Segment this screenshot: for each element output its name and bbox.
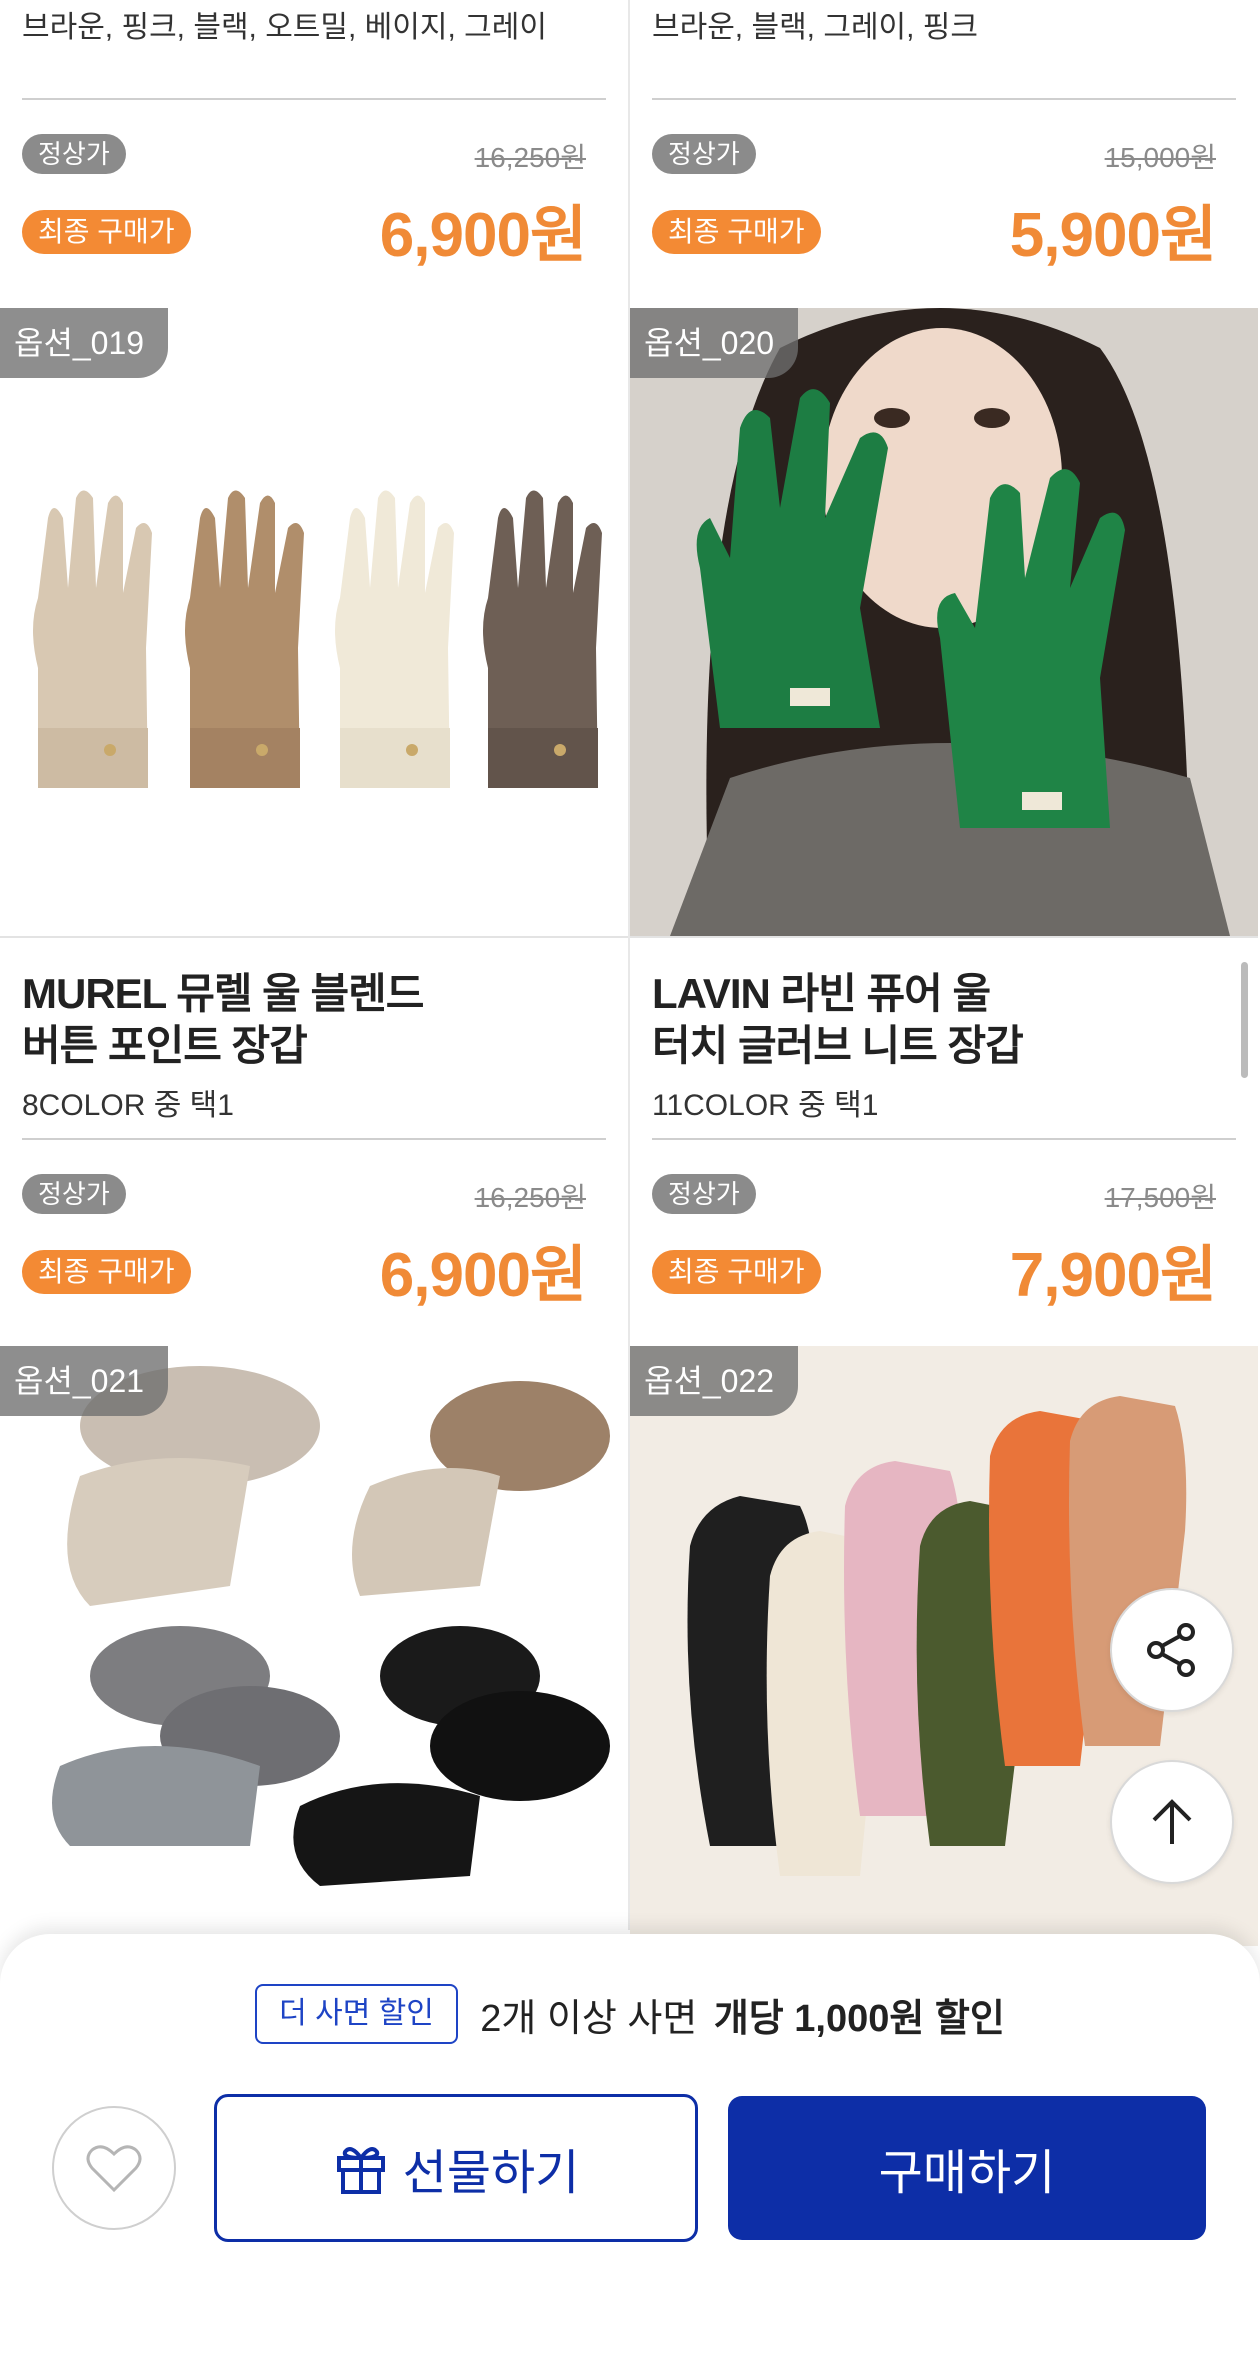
product-card-option-020[interactable]: 옵션_020 LAVIN 라빈 퓨어 울 터치 글러브 니트 장갑 11COLO… <box>630 308 1258 1342</box>
color-options-text: 브라운, 핑크, 블랙, 오트밀, 베이지, 그레이 <box>22 11 547 44</box>
divider <box>22 1138 606 1140</box>
product-image[interactable]: 옵션_021 <box>0 1346 628 1946</box>
divider <box>22 98 606 100</box>
product-list-page: 브라운, 핑크, 블랙, 오트밀, 베이지, 그레이 정상가 16,250원 최… <box>0 0 1260 2374</box>
final-price: 7,900원 <box>1009 1241 1217 1310</box>
product-color-count: 8COLOR 중 택1 <box>22 1089 234 1122</box>
regular-price: 17,500원 <box>1104 1182 1216 1213</box>
model-green-gloves-image <box>630 308 1258 936</box>
bulk-discount-promo: 더 사면 할인 2개 이상 사면 개당 1,000원 할인 <box>0 1984 1260 2044</box>
heart-icon <box>86 2145 142 2193</box>
price-box: 정상가 16,250원 최종 구매가 6,900원 <box>0 1174 628 1310</box>
promo-text: 2개 이상 사면 <box>480 1997 698 2040</box>
gift-button-label: 선물하기 <box>402 2147 580 2200</box>
product-card-top-right[interactable]: 브라운, 블랙, 그레이, 핑크 정상가 15,000원 최종 구매가 5,90… <box>630 0 1258 302</box>
fur-gloves-image <box>52 1366 610 1886</box>
price-box: 정상가 16,250원 최종 구매가 6,900원 <box>0 134 628 270</box>
color-options-text: 브라운, 블랙, 그레이, 핑크 <box>652 11 979 44</box>
final-price-label: 최종 구매가 <box>652 1250 821 1294</box>
product-card-option-021[interactable]: 옵션_021 <box>0 1346 628 1946</box>
price-box: 정상가 15,000원 최종 구매가 5,900원 <box>630 134 1258 270</box>
wishlist-button[interactable] <box>52 2106 176 2230</box>
option-label: 옵션_022 <box>630 1346 799 1416</box>
option-label: 옵션_019 <box>0 308 169 378</box>
gift-button[interactable]: 선물하기 <box>214 2094 698 2242</box>
final-price-label: 최종 구매가 <box>22 210 191 254</box>
product-title-line1: LAVIN 라빈 퓨어 울 <box>652 970 991 1017</box>
regular-price-label: 정상가 <box>652 134 756 174</box>
product-card-top-left[interactable]: 브라운, 핑크, 블랙, 오트밀, 베이지, 그레이 정상가 16,250원 최… <box>0 0 628 302</box>
product-card-option-019[interactable]: 옵션_019 MUREL 뮤렐 울 블렌드 버튼 포인트 장갑 8COLOR 중… <box>0 308 628 1342</box>
divider <box>652 1138 1236 1140</box>
knit-gloves-image <box>33 490 602 788</box>
final-price-label: 최종 구매가 <box>22 1250 191 1294</box>
regular-price: 15,000원 <box>1104 142 1216 173</box>
regular-price-label: 정상가 <box>22 134 126 174</box>
option-label: 옵션_021 <box>0 1346 169 1416</box>
regular-price: 16,250원 <box>474 1182 586 1213</box>
share-button[interactable] <box>1110 1588 1234 1712</box>
divider <box>630 936 1258 938</box>
arrow-up-icon <box>1152 1799 1192 1844</box>
product-title-line1: MUREL 뮤렐 울 블렌드 <box>22 970 424 1017</box>
final-price: 6,900원 <box>379 1241 587 1310</box>
gift-icon <box>336 2147 385 2194</box>
product-image[interactable]: 옵션_019 <box>0 308 628 936</box>
scroll-to-top-button[interactable] <box>1110 1760 1234 1884</box>
promo-discount-text: 개당 1,000원 할인 <box>713 1997 1005 2040</box>
share-icon <box>1147 1623 1195 1677</box>
final-price: 5,900원 <box>1009 201 1217 270</box>
column-divider <box>628 0 630 1930</box>
buy-button[interactable]: 구매하기 <box>728 2096 1206 2240</box>
buy-button-label: 구매하기 <box>878 2147 1056 2200</box>
divider <box>652 98 1236 100</box>
scrollbar[interactable] <box>1241 962 1248 1078</box>
option-label: 옵션_020 <box>630 308 799 378</box>
final-price-label: 최종 구매가 <box>652 210 821 254</box>
product-color-count: 11COLOR 중 택1 <box>652 1089 879 1122</box>
divider <box>0 936 628 938</box>
product-title-line2: 터치 글러브 니트 장갑 <box>652 1022 1024 1069</box>
promo-badge: 더 사면 할인 <box>255 1984 458 2044</box>
regular-price-label: 정상가 <box>22 1174 126 1214</box>
price-box: 정상가 17,500원 최종 구매가 7,900원 <box>630 1174 1258 1310</box>
product-title-line2: 버튼 포인트 장갑 <box>22 1022 308 1069</box>
regular-price: 16,250원 <box>474 142 586 173</box>
purchase-bottom-sheet: 더 사면 할인 2개 이상 사면 개당 1,000원 할인 선물하기 구매하기 <box>0 1934 1260 2374</box>
final-price: 6,900원 <box>379 201 587 270</box>
regular-price-label: 정상가 <box>652 1174 756 1214</box>
product-image[interactable]: 옵션_020 <box>630 308 1258 936</box>
